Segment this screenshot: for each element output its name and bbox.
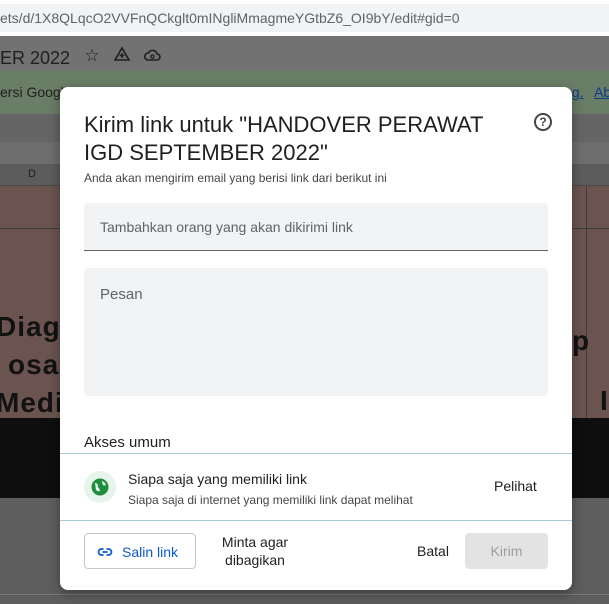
globe-icon — [84, 471, 116, 503]
copy-link-label: Salin link — [122, 544, 179, 560]
cloud-status-icon[interactable] — [142, 46, 162, 66]
move-to-drive-icon[interactable] — [112, 46, 132, 66]
send-button[interactable]: Kirim — [465, 533, 548, 569]
general-access-heading: Akses umum — [84, 434, 171, 451]
cancel-button[interactable]: Batal — [410, 533, 456, 569]
right-cell-text[interactable]: p — [572, 322, 589, 360]
send-link-dialog: Kirim link untuk "HANDOVER PERAWAT IGD S… — [60, 87, 572, 590]
link-icon — [97, 544, 113, 563]
general-access-row[interactable]: Siapa saja yang memiliki link Siapa saja… — [60, 453, 572, 521]
message-textarea[interactable] — [84, 268, 548, 396]
column-header-d[interactable]: D — [28, 168, 36, 180]
right-cell-text-2[interactable]: I — [600, 382, 608, 420]
role-selector[interactable]: Pelihat — [494, 478, 537, 494]
browser-address-bar[interactable]: ets/d/1X8QLqcO2VVFnQCkglt0mINgliMmagmeYG… — [0, 0, 609, 36]
message-field[interactable] — [84, 268, 548, 396]
access-description: Siapa saja di internet yang memiliki lin… — [128, 493, 413, 507]
document-title[interactable]: ER 2022 — [0, 48, 70, 69]
recipient-field[interactable] — [84, 203, 548, 251]
help-icon[interactable]: ? — [534, 113, 552, 131]
access-title[interactable]: Siapa saja yang memiliki link — [128, 471, 307, 487]
notice-link-about[interactable]: Ab — [594, 84, 609, 100]
copy-link-button[interactable]: Salin link — [84, 533, 196, 569]
star-icon[interactable]: ☆ — [82, 46, 102, 66]
request-share-button[interactable]: Minta agar dibagikan — [212, 533, 298, 569]
sheet-title-bar: ER 2022 ☆ — [0, 36, 609, 70]
dialog-title: Kirim link untuk "HANDOVER PERAWAT IGD S… — [84, 112, 483, 165]
dialog-subtitle: Anda akan mengirim email yang berisi lin… — [84, 171, 387, 185]
recipient-input[interactable] — [84, 203, 548, 250]
url-text[interactable]: ets/d/1X8QLqcO2VVFnQCkglt0mINgliMmagmeYG… — [0, 4, 609, 32]
